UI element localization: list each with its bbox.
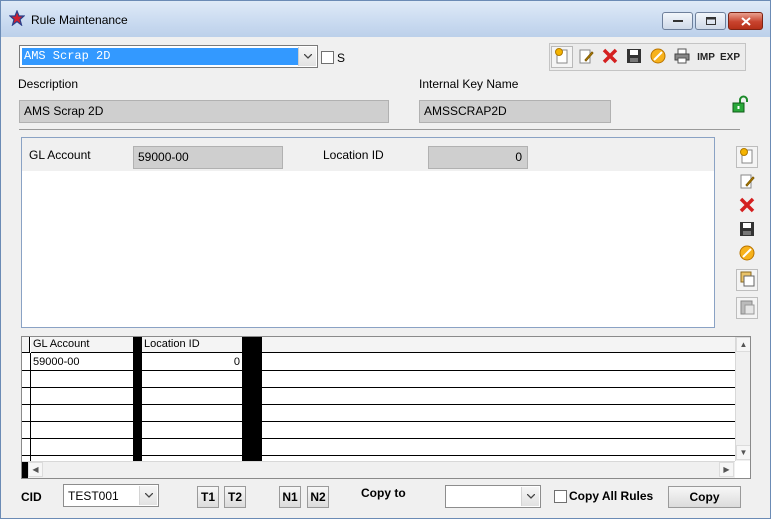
cancel-icon [650,48,666,67]
grid-header-location-id[interactable]: Location ID [142,337,242,353]
detail-panel: GL Account 59000-00 Location ID 0 [21,137,715,328]
section-divider [19,129,740,130]
printer-icon [674,48,690,67]
cancel-button[interactable] [647,46,669,68]
copy-all-rules-label: Copy All Rules [569,489,654,503]
cancel-icon [739,245,755,264]
copy-all-rules-checkbox[interactable] [554,490,567,503]
rule-select[interactable]: AMS Scrap 2D [19,45,318,68]
delete-button[interactable] [599,46,621,68]
detail-new-button[interactable] [736,146,758,168]
delete-x-icon [739,197,755,216]
location-id-field[interactable]: 0 [428,146,528,169]
edit-icon [578,48,594,67]
detail-save-button[interactable] [736,219,758,241]
vertical-scrollbar[interactable]: ▲ ▼ [735,337,750,461]
copy-to-label: Copy to [361,486,406,500]
s-checkbox[interactable] [321,51,334,64]
chevron-down-icon[interactable] [521,487,539,506]
grid-row-line [22,455,735,456]
chevron-down-icon[interactable] [298,47,316,66]
grid-row-line [22,387,735,388]
detail-cancel-button[interactable] [736,243,758,265]
export-label: EXP [720,51,741,63]
print-button[interactable] [671,46,693,68]
chevron-down-icon[interactable] [139,486,157,505]
t1-button[interactable]: T1 [197,486,219,508]
maximize-button[interactable] [695,12,726,30]
t2-button[interactable]: T2 [224,486,246,508]
copy-icon [739,271,755,290]
scroll-up-icon[interactable]: ▲ [736,337,750,352]
cid-value: TEST001 [68,489,119,503]
window-title: Rule Maintenance [31,13,128,27]
cid-select[interactable]: TEST001 [63,484,159,507]
internal-key-field[interactable]: AMSSCRAP2D [419,100,611,123]
scroll-down-icon[interactable]: ▼ [736,445,750,460]
detail-fields-row: GL Account 59000-00 Location ID 0 [22,138,714,171]
paste-icon [739,299,755,318]
grid-row-line [22,370,735,371]
rule-maintenance-window: Rule Maintenance AMS Scrap 2D S IMP EXP … [0,0,771,519]
star-app-icon [8,9,26,27]
row-header-border [30,353,31,461]
rule-select-value: AMS Scrap 2D [22,48,298,65]
grid-cell-gl-account[interactable]: 59000-00 [33,356,80,368]
location-id-label: Location ID [323,148,384,162]
detail-copy-button[interactable] [736,269,758,291]
edit-button[interactable] [575,46,597,68]
copy-button[interactable]: Copy [668,486,741,508]
row-header-corner [22,337,30,353]
grid-header-empty [262,337,735,353]
column-separator [242,337,262,461]
detail-delete-button[interactable] [736,195,758,217]
close-button[interactable] [728,12,763,30]
minimize-button[interactable] [662,12,693,30]
grid-header-gl-account[interactable]: GL Account [31,337,133,353]
gl-account-field[interactable]: 59000-00 [133,146,283,169]
n2-button[interactable]: N2 [307,486,329,508]
internal-key-label: Internal Key Name [419,77,519,91]
grid-cell-location-id[interactable]: 0 [144,356,240,368]
form-body: AMS Scrap 2D S IMP EXP Description AMS S… [7,37,764,514]
save-disk-icon [739,221,755,240]
import-button[interactable]: IMP [695,46,717,68]
grid-row-line [22,404,735,405]
save-button[interactable] [623,46,645,68]
new-document-icon [554,47,570,67]
scroll-left-icon[interactable]: ◀ [28,462,43,477]
unlock-icon [731,95,749,116]
new-document-icon [739,147,755,167]
save-disk-icon [626,48,642,67]
copy-to-select[interactable] [445,485,541,508]
minimize-icon [663,13,692,29]
detail-edit-button[interactable] [736,171,758,193]
unlock-button[interactable] [729,94,751,116]
grid-row-line [22,438,735,439]
title-bar: Rule Maintenance [1,1,770,37]
description-label: Description [18,77,79,91]
grid-row-line [22,421,735,422]
close-icon [729,13,762,29]
description-field[interactable]: AMS Scrap 2D [19,100,389,123]
maximize-icon [696,13,725,29]
rules-grid[interactable]: GL Account Location ID 59000-00 0 ▲ ▼ ◀ … [21,336,751,479]
import-label: IMP [697,51,715,63]
detail-paste-button[interactable] [736,297,758,319]
column-separator [133,337,142,461]
horizontal-scrollbar[interactable]: ◀ ▶ [22,461,735,478]
n1-button[interactable]: N1 [279,486,301,508]
scroll-right-icon[interactable]: ▶ [719,462,734,477]
s-checkbox-label: S [337,51,346,65]
gl-account-label: GL Account [29,148,91,162]
delete-x-icon [602,48,618,67]
edit-icon [739,173,755,192]
new-button[interactable] [551,46,573,68]
export-button[interactable]: EXP [719,46,741,68]
cid-label: CID [21,490,42,504]
